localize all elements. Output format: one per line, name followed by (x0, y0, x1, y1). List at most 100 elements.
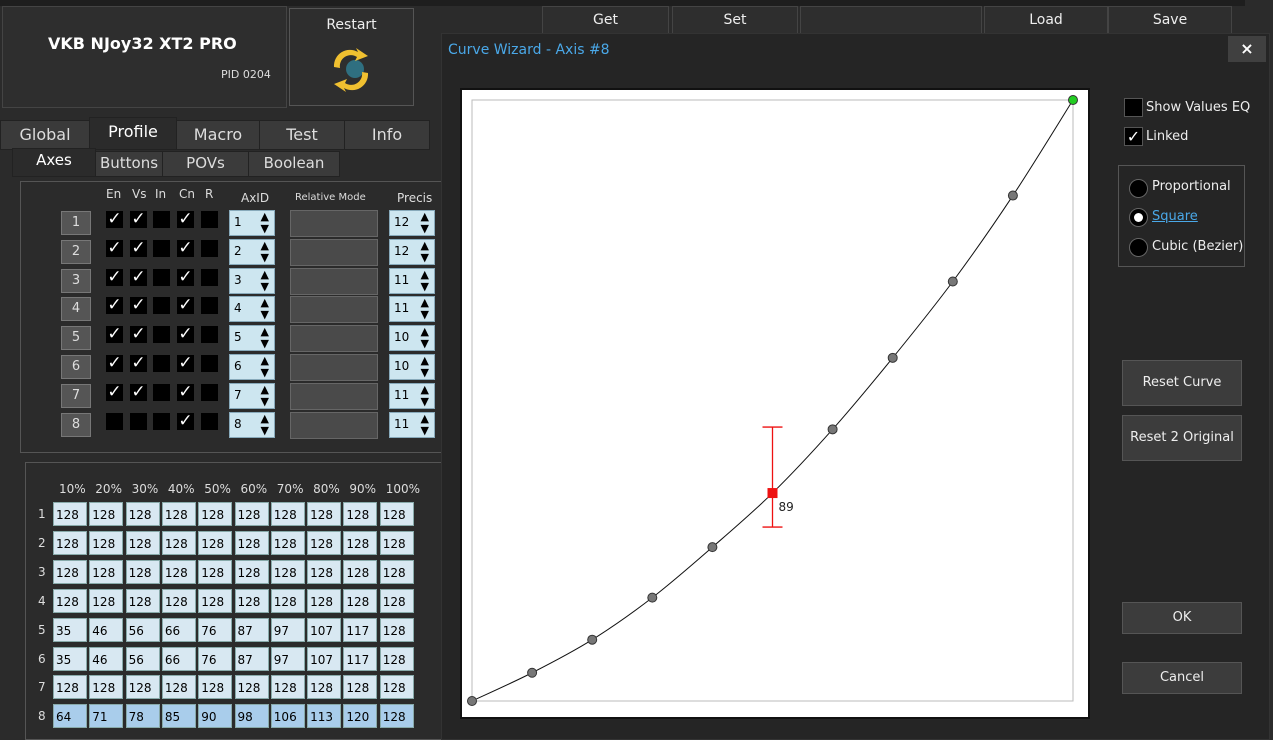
spinner-arrows-icon[interactable]: ▲ ▼ (261, 355, 269, 379)
curve-cell[interactable]: 56 (125, 646, 160, 671)
curve-cell[interactable]: 87 (234, 646, 269, 671)
curve-cell[interactable]: 128 (270, 588, 305, 613)
spinner-arrows-icon[interactable]: ▲ ▼ (421, 268, 429, 293)
curve-cell[interactable]: 128 (307, 675, 342, 700)
curve-cell[interactable]: 128 (379, 617, 414, 642)
precision-spinner[interactable]: 10 ▲ ▼ (389, 354, 435, 380)
relative-mode-field[interactable] (290, 325, 378, 353)
curve-cell[interactable]: 128 (343, 530, 378, 555)
reset-curve-button[interactable]: Reset Curve (1122, 360, 1242, 406)
axis-vs-checkbox[interactable]: ✓ (130, 355, 147, 372)
curve-cell[interactable]: 128 (125, 502, 160, 526)
curve-cell[interactable]: 113 (307, 704, 342, 729)
axis-vs-checkbox[interactable] (130, 412, 147, 430)
spinner-arrows-icon[interactable]: ▲ ▼ (421, 211, 429, 235)
curve-cell[interactable]: 46 (89, 646, 124, 671)
curve-cell[interactable]: 128 (198, 530, 233, 555)
curve-cell[interactable]: 128 (53, 559, 87, 584)
axis-r-checkbox[interactable] (201, 383, 218, 401)
axis-row-number[interactable]: 5 (61, 326, 91, 351)
curve-cell[interactable]: 128 (125, 588, 160, 613)
axid-spinner[interactable]: 6 ▲ ▼ (229, 354, 275, 380)
axid-spinner[interactable]: 2 ▲ ▼ (229, 238, 275, 265)
axis-en-checkbox[interactable]: ✓ (106, 383, 123, 401)
axid-spinner[interactable]: 4 ▲ ▼ (229, 296, 275, 323)
axis-en-checkbox[interactable]: ✓ (106, 297, 123, 315)
curve-cell[interactable]: 117 (343, 617, 378, 642)
axis-en-checkbox[interactable]: ✓ (106, 355, 123, 372)
axis-row-number[interactable]: 4 (61, 297, 91, 322)
spinner-arrows-icon[interactable]: ▲ ▼ (261, 297, 269, 321)
curve-cell[interactable]: 97 (270, 617, 305, 642)
axis-vs-checkbox[interactable]: ✓ (130, 297, 147, 315)
axis-en-checkbox[interactable]: ✓ (106, 239, 123, 257)
axis-in-checkbox[interactable] (153, 297, 170, 315)
curve-cell[interactable]: 128 (198, 502, 233, 526)
curve-cell[interactable]: 128 (234, 588, 269, 613)
curve-cell[interactable]: 128 (161, 559, 196, 584)
tab-profile[interactable]: Profile (89, 117, 177, 150)
curve-cell[interactable]: 90 (198, 704, 233, 729)
axid-spinner[interactable]: 7 ▲ ▼ (229, 382, 275, 409)
curve-cell[interactable]: 78 (125, 704, 160, 729)
curve-point[interactable] (647, 592, 658, 603)
curve-cell[interactable]: 117 (343, 646, 378, 671)
axis-r-checkbox[interactable] (201, 268, 218, 286)
tab-test[interactable]: Test (259, 120, 345, 150)
curve-cell[interactable]: 128 (379, 646, 414, 671)
close-icon[interactable]: × (1228, 36, 1266, 62)
precision-spinner[interactable]: 11 ▲ ▼ (389, 267, 435, 294)
axis-in-checkbox[interactable] (153, 211, 170, 228)
curve-cell[interactable]: 71 (89, 704, 124, 729)
curve-cell[interactable]: 64 (53, 704, 87, 729)
axis-row-number[interactable]: 3 (61, 268, 91, 293)
spinner-arrows-icon[interactable]: ▲ ▼ (261, 211, 269, 235)
reset-original-button[interactable]: Reset 2 Original (1122, 415, 1242, 461)
axis-vs-checkbox[interactable]: ✓ (130, 383, 147, 401)
curve-point[interactable] (707, 542, 718, 553)
curve-cell[interactable]: 128 (379, 502, 414, 526)
axis-r-checkbox[interactable] (201, 211, 218, 228)
axis-vs-checkbox[interactable]: ✓ (130, 211, 147, 228)
radio-proportional[interactable] (1129, 179, 1148, 198)
curve-point[interactable] (947, 276, 958, 287)
precision-spinner[interactable]: 10 ▲ ▼ (389, 325, 435, 352)
curve-point[interactable] (887, 352, 898, 363)
relative-mode-field[interactable] (290, 296, 378, 324)
curve-cell[interactable]: 98 (234, 704, 269, 729)
subtab-povs[interactable]: POVs (162, 151, 249, 177)
curve-cell[interactable]: 66 (161, 617, 196, 642)
relative-mode-field[interactable] (290, 411, 378, 439)
curve-cell[interactable]: 128 (198, 559, 233, 584)
spinner-arrows-icon[interactable]: ▲ ▼ (421, 355, 429, 379)
precision-spinner[interactable]: 11 ▲ ▼ (389, 296, 435, 323)
curve-point[interactable] (467, 696, 477, 706)
curve-cell[interactable]: 107 (307, 646, 342, 671)
axis-in-checkbox[interactable] (153, 326, 170, 344)
axis-in-checkbox[interactable] (153, 383, 170, 401)
curve-cell[interactable]: 128 (270, 675, 305, 700)
curve-cell[interactable]: 128 (53, 502, 87, 526)
subtab-axes[interactable]: Axes (12, 148, 96, 177)
axis-cn-checkbox[interactable]: ✓ (177, 239, 194, 257)
axis-in-checkbox[interactable] (153, 268, 170, 286)
spinner-arrows-icon[interactable]: ▲ ▼ (421, 326, 429, 350)
curve-cell[interactable]: 76 (198, 646, 233, 671)
axis-en-checkbox[interactable]: ✓ (106, 268, 123, 286)
selected-curve-point[interactable] (767, 488, 778, 499)
spinner-arrows-icon[interactable]: ▲ ▼ (421, 239, 429, 264)
curve-cell[interactable]: 46 (89, 617, 124, 642)
curve-cell[interactable]: 128 (161, 502, 196, 526)
cancel-button[interactable]: Cancel (1122, 662, 1242, 694)
spinner-arrows-icon[interactable]: ▲ ▼ (421, 412, 429, 437)
linked-checkbox[interactable]: ✓ (1124, 127, 1143, 146)
curve-cell[interactable]: 128 (270, 530, 305, 555)
spinner-arrows-icon[interactable]: ▲ ▼ (261, 268, 269, 293)
tab-info[interactable]: Info (344, 120, 430, 150)
curve-cell[interactable]: 128 (53, 588, 87, 613)
subtab-buttons[interactable]: Buttons (95, 151, 163, 177)
axis-cn-checkbox[interactable]: ✓ (177, 211, 194, 228)
curve-cell[interactable]: 128 (379, 559, 414, 584)
axis-cn-checkbox[interactable]: ✓ (177, 297, 194, 315)
curve-cell[interactable]: 128 (379, 704, 414, 729)
